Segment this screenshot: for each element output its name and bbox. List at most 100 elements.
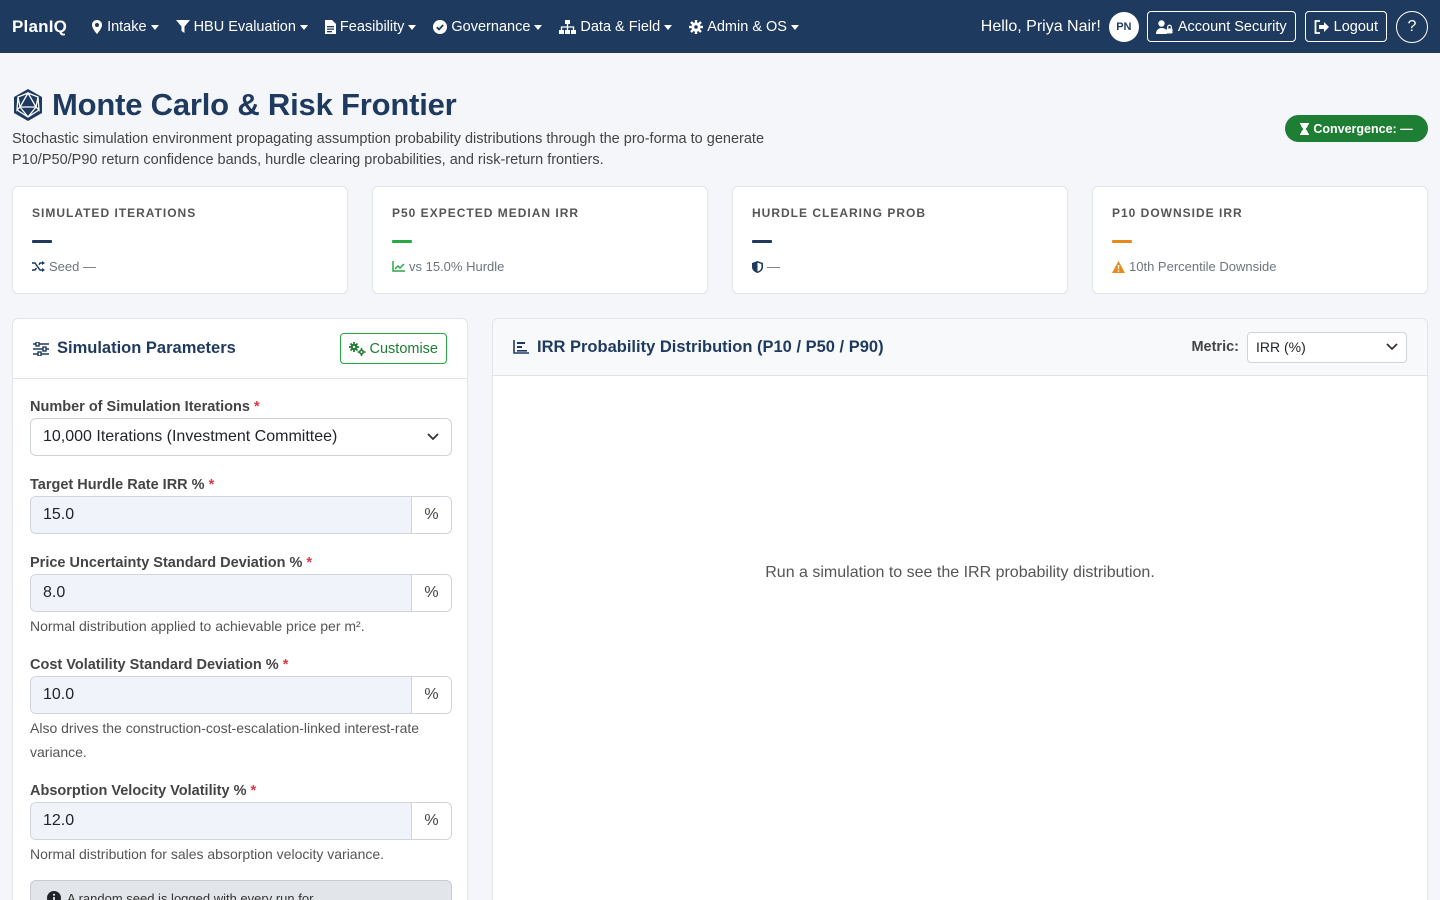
price-sd-label: Price Uncertainty Standard Deviation % * [30, 555, 312, 571]
gear-icon [689, 19, 704, 34]
check-circle-icon [433, 19, 448, 34]
absorption-help: Normal distribution for sales absorption… [30, 846, 385, 862]
account-security-label: Account Security [1177, 18, 1287, 35]
kpi-footnote: 10th Percentile Downside [1112, 259, 1408, 274]
kpi-footnote: vs 15.0% Hurdle [392, 259, 688, 274]
cogs-icon [348, 341, 365, 356]
kpi-value-placeholder [1112, 240, 1132, 243]
panel-header: Simulation Parameters Customise [13, 319, 467, 379]
nav-feasibility-label: Feasibility [339, 18, 405, 35]
price-sd-input[interactable]: 8.0 [31, 575, 411, 611]
panel-title: Simulation Parameters [57, 339, 236, 357]
seed-info-alert: A random seed is logged with every run f… [30, 880, 452, 900]
kpi-footnote: Seed — [32, 259, 328, 274]
cost-sd-help: Also drives the construction-cost-escala… [30, 720, 420, 760]
nav-admin-os[interactable]: Admin & OS [689, 19, 799, 35]
dice-d20-icon [14, 89, 42, 121]
percent-addon: % [411, 803, 451, 839]
chevron-down-icon [1386, 343, 1398, 351]
kpi-p10-downside-irr: P10 DOWNSIDE IRR 10th Percentile Downsid… [1092, 186, 1428, 294]
info-circle-icon [47, 891, 61, 900]
caret-down-icon [534, 24, 543, 30]
page-subtitle: Stochastic simulation environment propag… [12, 131, 765, 168]
nav-user-area: Hello, Priya Nair! PN Account Security L… [980, 10, 1428, 43]
caret-down-icon [408, 24, 417, 30]
hurdle-rate-field: 15.0 % [30, 496, 452, 534]
nav-governance[interactable]: Governance [433, 18, 543, 35]
caret-down-icon [299, 24, 308, 30]
shield-icon [752, 260, 763, 273]
sitemap-icon [559, 19, 577, 34]
account-security-button[interactable]: Account Security [1146, 11, 1296, 42]
page-heading: Monte Carlo & Risk Frontier [52, 87, 457, 122]
kpi-label: HURDLE CLEARING PROB [752, 206, 927, 220]
iterations-label: Number of Simulation Iterations * [30, 399, 260, 415]
help-button[interactable]: ? [1396, 10, 1428, 43]
brand-logo[interactable]: PlanIQ [12, 17, 67, 37]
kpi-value-placeholder [392, 240, 412, 243]
warning-icon [1112, 260, 1125, 273]
metric-select-value: IRR (%) [1256, 339, 1306, 355]
sign-out-icon [1314, 19, 1329, 34]
convergence-badge: Convergence: — [1285, 115, 1428, 142]
cost-sd-field: 10.0 % [30, 676, 452, 714]
avatar[interactable]: PN [1108, 11, 1139, 42]
cost-sd-input[interactable]: 10.0 [31, 677, 411, 713]
percent-addon: % [411, 677, 451, 713]
required-marker: * [282, 657, 289, 673]
hurdle-label-text: Target Hurdle Rate IRR % [30, 477, 205, 493]
nav-hbu-label: HBU Evaluation [193, 18, 296, 35]
kpi-foot-text: — [767, 259, 780, 274]
top-navbar: PlanIQ Intake HBU Evaluation Feasibility… [0, 0, 1440, 53]
nav-governance-label: Governance [451, 18, 531, 35]
absorption-label: Absorption Velocity Volatility % * [30, 783, 256, 799]
kpi-value-placeholder [752, 240, 772, 243]
nav-intake[interactable]: Intake [91, 19, 159, 35]
required-marker: * [250, 783, 257, 799]
metric-label: Metric: [1191, 339, 1239, 355]
caret-down-icon [664, 24, 673, 30]
cost-sd-label: Cost Volatility Standard Deviation % * [30, 657, 288, 673]
user-greeting: Hello, Priya Nair! [980, 17, 1101, 35]
nav-data-field-label: Data & Field [580, 18, 661, 35]
absorption-input[interactable]: 12.0 [31, 803, 411, 839]
sliders-icon [33, 341, 49, 356]
customise-button[interactable]: Customise [339, 333, 447, 364]
price-sd-help: Normal distribution applied to achievabl… [30, 618, 365, 634]
customise-label: Customise [369, 340, 439, 357]
kpi-label: SIMULATED ITERATIONS [32, 206, 197, 220]
hurdle-rate-input[interactable]: 15.0 [31, 497, 411, 533]
hurdle-label: Target Hurdle Rate IRR % * [30, 477, 214, 493]
chevron-down-icon [427, 433, 439, 441]
hourglass-icon [1300, 122, 1310, 135]
iterations-select[interactable]: 10,000 Iterations (Investment Committee) [30, 418, 452, 456]
nav-intake-label: Intake [107, 18, 147, 35]
metric-select[interactable]: IRR (%) [1247, 331, 1407, 363]
absorption-field: 12.0 % [30, 802, 452, 840]
price-sd-field: 8.0 % [30, 574, 452, 612]
page-title: Monte Carlo & Risk Frontier [12, 87, 457, 123]
bar-chart-icon [513, 340, 529, 354]
shuffle-icon [32, 261, 45, 272]
percent-addon: % [411, 497, 451, 533]
logout-button[interactable]: Logout [1304, 11, 1387, 42]
nav-admin-label: Admin & OS [707, 18, 787, 35]
iterations-select-value: 10,000 Iterations (Investment Committee) [43, 428, 338, 445]
percent-addon: % [411, 575, 451, 611]
user-lock-icon [1155, 19, 1173, 34]
kpi-value-placeholder [32, 240, 52, 243]
kpi-foot-text: vs 15.0% Hurdle [409, 259, 505, 274]
nav-hbu-evaluation[interactable]: HBU Evaluation [175, 18, 308, 35]
chart-panel-title: IRR Probability Distribution (P10 / P50 … [537, 337, 884, 356]
nav-data-field[interactable]: Data & Field [559, 18, 673, 35]
kpi-foot-text: 10th Percentile Downside [1129, 259, 1277, 274]
kpi-hurdle-clearing-prob: HURDLE CLEARING PROB — [732, 186, 1068, 294]
kpi-label: P10 DOWNSIDE IRR [1112, 206, 1243, 220]
chart-empty-state: Run a simulation to see the IRR probabil… [765, 564, 1155, 581]
nav-feasibility[interactable]: Feasibility [324, 18, 417, 35]
kpi-p50-median-irr: P50 EXPECTED MEDIAN IRR vs 15.0% Hurdle [372, 186, 708, 294]
convergence-label: Convergence: — [1313, 121, 1413, 136]
required-marker: * [306, 555, 313, 571]
caret-down-icon [790, 24, 799, 30]
iterations-label-text: Number of Simulation Iterations [30, 399, 250, 415]
